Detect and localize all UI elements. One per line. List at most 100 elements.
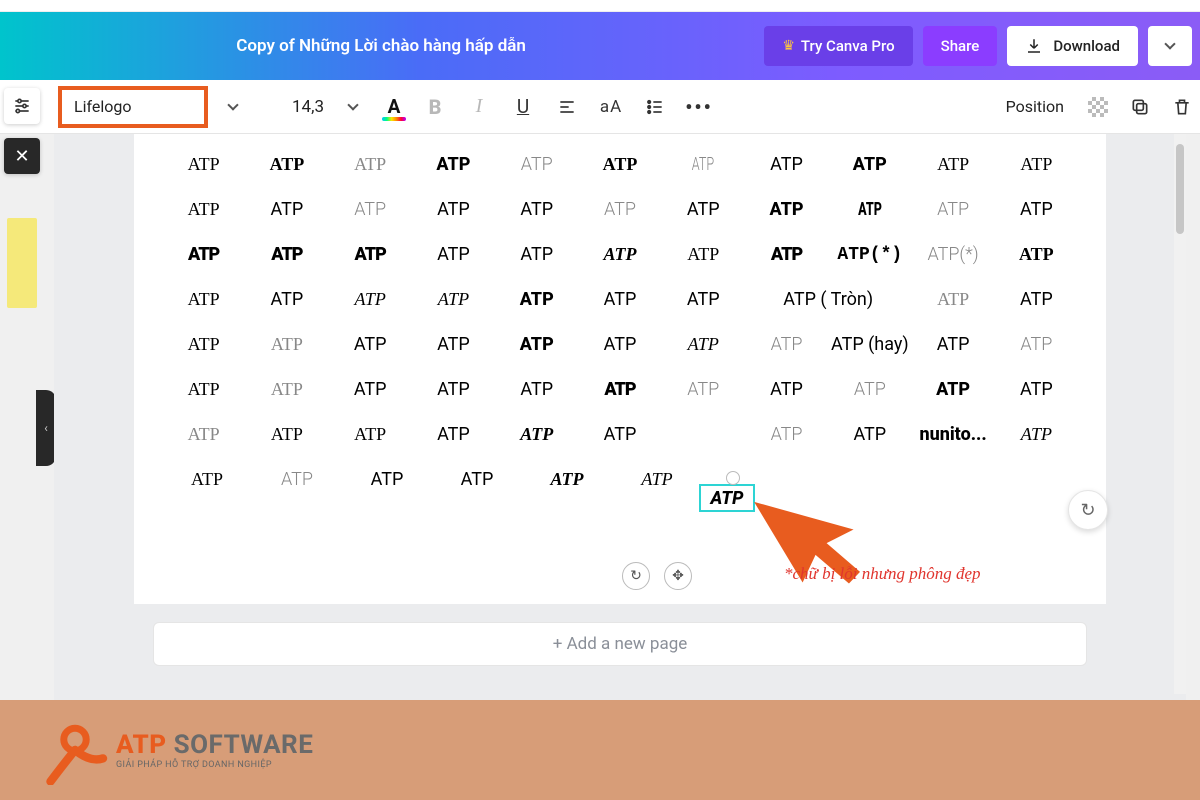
rotate-handle[interactable] [726, 471, 740, 485]
font-sample[interactable]: nunito... [919, 424, 986, 445]
font-sample[interactable]: ATP [770, 379, 803, 400]
download-more-button[interactable] [1148, 26, 1192, 66]
font-sample[interactable]: ATP [271, 289, 304, 310]
underline-button[interactable]: U [504, 88, 542, 126]
font-sample[interactable]: ATP [355, 244, 386, 265]
uppercase-button[interactable]: aA [592, 88, 630, 126]
font-sample[interactable]: ATP [520, 379, 553, 400]
font-sample[interactable]: ATP [191, 469, 223, 490]
font-family-input[interactable]: Lifelogo [58, 86, 208, 128]
font-sample[interactable]: ATP ( Tròn) [783, 289, 873, 310]
font-sample[interactable]: ATP [1020, 289, 1053, 310]
font-sample[interactable]: ATP [188, 424, 220, 445]
download-button[interactable]: Download [1007, 26, 1138, 66]
font-sample[interactable]: ATP [271, 424, 303, 445]
font-sample[interactable]: ATP [188, 289, 220, 310]
font-sample[interactable]: ATP [688, 334, 719, 355]
page-thumbnail[interactable] [7, 218, 37, 308]
font-sample[interactable]: ATP [853, 154, 887, 175]
font-sample[interactable]: ATP [271, 379, 303, 400]
alignment-button[interactable] [548, 88, 586, 126]
font-sample[interactable]: ATP [354, 334, 387, 355]
position-button[interactable]: Position [996, 97, 1074, 116]
font-size-dropdown[interactable] [334, 88, 372, 126]
vertical-scrollbar[interactable] [1174, 134, 1186, 694]
font-sample[interactable]: ATP [271, 334, 303, 355]
font-sample[interactable]: ATP [770, 199, 804, 220]
font-sample[interactable]: ATP [771, 334, 803, 355]
font-sample[interactable]: ATP [520, 334, 554, 355]
try-canva-pro-button[interactable]: ♛Try Canva Pro [764, 26, 912, 66]
font-sample[interactable]: ATP [936, 379, 970, 400]
settings-button[interactable] [4, 88, 40, 124]
font-sample[interactable]: ATP [437, 379, 470, 400]
font-sample[interactable]: ATP [687, 379, 719, 400]
font-sample[interactable]: ATP [1019, 244, 1054, 265]
design-canvas[interactable]: ATP ATP ATP ATP ATP ATP ATP ATP ATP ATP … [134, 134, 1106, 604]
font-sample[interactable]: ATP [371, 469, 404, 490]
font-size-value[interactable]: 14,3 [288, 97, 328, 117]
font-sample[interactable]: ATP [604, 379, 635, 400]
delete-button[interactable] [1164, 89, 1200, 125]
scrollbar-thumb[interactable] [1176, 144, 1184, 234]
regenerate-button[interactable]: ↻ [1068, 490, 1108, 530]
font-sample[interactable]: ATP [354, 199, 386, 220]
font-sample[interactable]: ATP [937, 154, 969, 175]
font-sample[interactable]: ATP [354, 379, 387, 400]
duplicate-button[interactable] [1122, 89, 1158, 125]
font-sample[interactable]: ATP [271, 199, 304, 220]
font-sample[interactable]: ATP [354, 424, 386, 445]
font-sample[interactable]: ATP [604, 199, 636, 220]
font-sample[interactable]: ATP [550, 469, 583, 490]
font-sample[interactable]: ATP [521, 154, 553, 175]
expand-panel-tab[interactable]: ‹ [36, 390, 56, 466]
font-sample[interactable]: ATP [188, 244, 219, 265]
font-sample[interactable]: ATP [520, 244, 553, 265]
font-sample[interactable]: ATP [604, 334, 637, 355]
close-panel-button[interactable]: ✕ [4, 138, 40, 174]
font-sample[interactable]: ATP [436, 154, 470, 175]
font-sample[interactable]: ATP [1020, 154, 1052, 175]
font-sample[interactable]: ATP [854, 379, 886, 400]
font-sample[interactable]: ATP(*) [927, 244, 978, 265]
document-title[interactable]: Copy of Những Lời chào hàng hấp dẫn [8, 36, 755, 56]
text-color-button[interactable]: A [378, 91, 410, 123]
font-sample[interactable]: ATP(*) [837, 245, 902, 265]
move-handle[interactable]: ✥ [664, 562, 692, 590]
add-page-button[interactable]: + Add a new page [153, 622, 1086, 666]
font-sample[interactable]: ATP [461, 469, 494, 490]
font-sample[interactable]: ATP [437, 244, 470, 265]
font-sample[interactable]: ATP [937, 334, 970, 355]
font-sample[interactable]: ATP [853, 424, 886, 445]
font-sample[interactable]: ATP [770, 154, 803, 175]
font-sample[interactable]: ATP [520, 424, 553, 445]
font-sample[interactable]: ATP [271, 244, 302, 265]
font-sample[interactable]: ATP [603, 154, 638, 175]
font-sample[interactable]: ATP [687, 244, 719, 265]
font-sample[interactable]: ATP [437, 334, 470, 355]
sync-handle[interactable]: ↻ [622, 562, 650, 590]
font-sample[interactable]: ATP [937, 199, 969, 220]
font-sample[interactable]: ATP [771, 424, 803, 445]
font-sample[interactable]: ATP [188, 334, 220, 355]
font-sample[interactable]: ATP [354, 154, 386, 175]
font-sample[interactable]: ATP [520, 289, 554, 310]
font-sample[interactable]: ATP [687, 199, 720, 220]
font-sample[interactable]: ATP [188, 154, 220, 175]
font-sample[interactable]: ATP [858, 199, 882, 220]
font-sample[interactable]: ATP [1021, 424, 1052, 445]
share-button[interactable]: Share [923, 26, 998, 66]
font-dropdown-button[interactable] [214, 88, 252, 126]
font-sample[interactable]: ATP [603, 244, 636, 265]
font-sample[interactable]: ATP [604, 424, 637, 445]
bold-button[interactable]: B [416, 88, 454, 126]
font-sample[interactable]: ATP [437, 199, 470, 220]
font-sample[interactable]: ATP [604, 289, 637, 310]
font-sample[interactable]: ATP [937, 289, 969, 310]
font-sample[interactable]: ATP [1020, 379, 1053, 400]
font-sample[interactable]: ATP [520, 199, 553, 220]
font-sample[interactable]: ATP (hay) [831, 334, 909, 355]
list-button[interactable] [636, 88, 674, 126]
font-sample[interactable]: ATP [1020, 199, 1053, 220]
transparency-button[interactable] [1080, 89, 1116, 125]
